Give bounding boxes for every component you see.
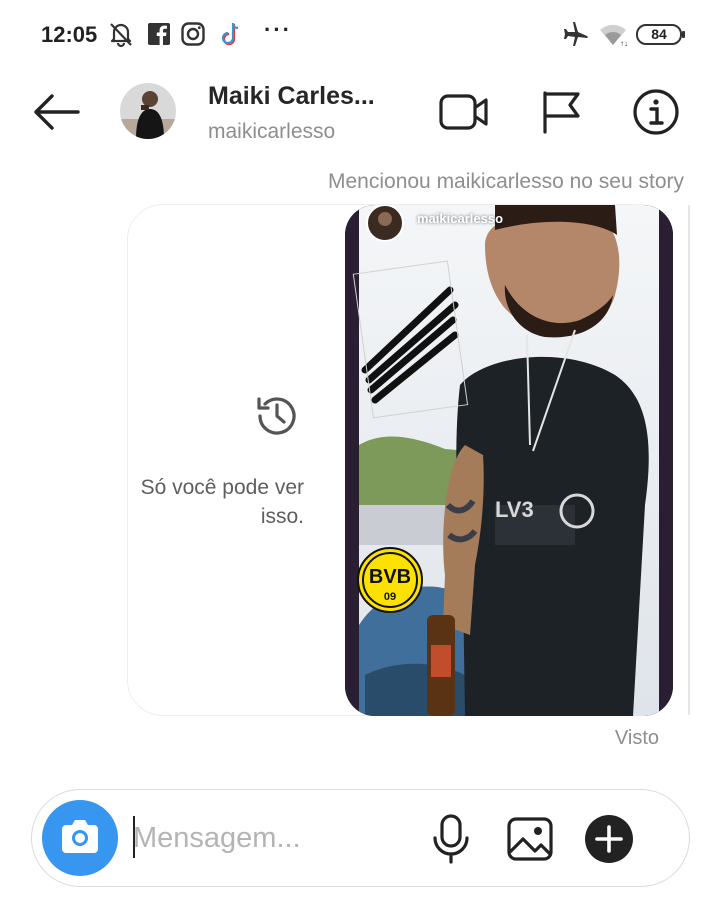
svg-text:↑↓: ↑↓ — [620, 39, 628, 48]
story-thumbnail[interactable]: LV3 maikicarlesso BVB 09 — [345, 205, 673, 716]
history-icon — [257, 397, 296, 435]
tiktok-icon — [221, 22, 239, 46]
video-call-icon[interactable] — [439, 88, 489, 136]
private-notice: Só você pode ver isso. — [128, 205, 344, 715]
scrollbar[interactable] — [688, 205, 690, 715]
bvb-badge: BVB 09 — [357, 547, 423, 613]
private-notice-text: Só você pode ver isso. — [140, 476, 304, 528]
status-time: 12:05 — [41, 22, 98, 47]
gallery-icon[interactable] — [505, 812, 555, 866]
peer-username[interactable]: maikicarlesso — [208, 120, 335, 144]
microphone-icon[interactable] — [426, 812, 476, 866]
story-mention-bubble[interactable]: Só você pode ver isso. LV3 maikicarlesso… — [127, 204, 673, 716]
battery-indicator: 84 — [636, 24, 685, 45]
facebook-icon — [148, 23, 170, 45]
back-arrow-icon[interactable] — [30, 90, 84, 134]
status-bar: 12:05 ··· ↑↓ 84 — [0, 0, 720, 70]
instagram-icon — [181, 22, 205, 46]
wifi-icon: ↑↓ — [600, 24, 628, 48]
avatar[interactable] — [120, 83, 176, 139]
text-caret — [133, 816, 135, 858]
plus-circle-icon[interactable] — [584, 812, 634, 866]
bvb-badge-year: 09 — [384, 591, 396, 603]
bell-muted-icon — [110, 23, 132, 48]
more-notifications-icon: ··· — [264, 17, 292, 42]
story-author: maikicarlesso — [417, 211, 504, 226]
info-icon[interactable] — [631, 88, 681, 136]
seen-status: Visto — [614, 727, 659, 749]
avatar-photo — [120, 83, 176, 139]
svg-text:LV3: LV3 — [495, 497, 534, 522]
camera-button[interactable] — [42, 800, 118, 876]
story-mention-note: Mencionou maikicarlesso no seu story — [328, 170, 684, 193]
airplane-mode-icon — [564, 22, 588, 46]
story-photo: LV3 — [345, 205, 673, 716]
peer-display-name[interactable]: Maiki Carles... — [208, 82, 375, 111]
flag-icon[interactable] — [538, 88, 588, 136]
message-input[interactable] — [133, 814, 413, 862]
camera-icon — [62, 820, 98, 853]
bvb-badge-text: BVB — [369, 566, 411, 588]
